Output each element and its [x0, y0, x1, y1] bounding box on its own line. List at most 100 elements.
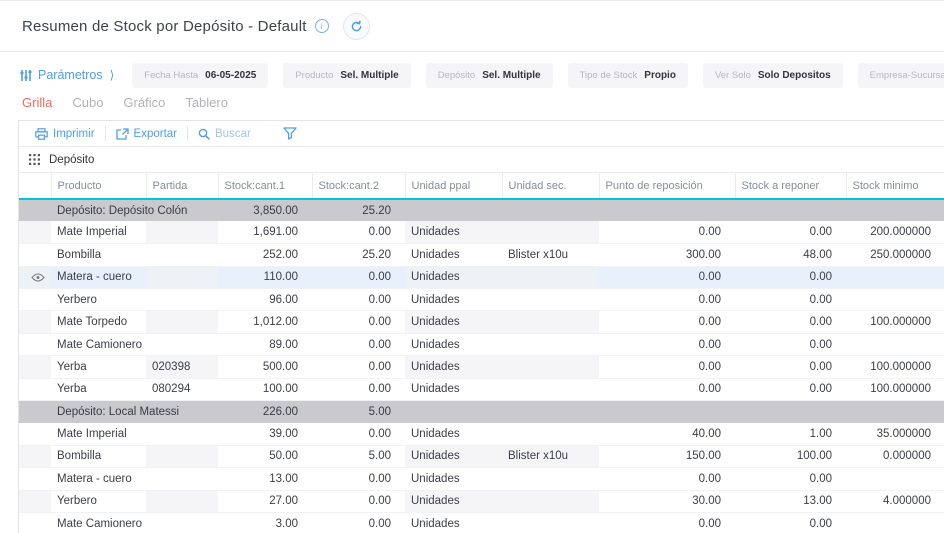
cell-stock1[interactable]: 39.00 [218, 423, 312, 445]
table-row[interactable]: Matera - cuero110.000.00Unidades0.000.00 [19, 266, 944, 288]
cell-producto[interactable]: Mate Camionero [51, 512, 146, 533]
cell-punto[interactable]: 0.00 [599, 333, 735, 355]
tab-grafico[interactable]: Gráfico [123, 95, 165, 110]
cell-punto[interactable]: 40.00 [599, 423, 735, 445]
table-row[interactable]: Mate Imperial39.000.00Unidades40.001.003… [19, 423, 944, 445]
chip-deposito[interactable]: Depósito Sel. Multiple [426, 63, 553, 88]
column-header-reponer[interactable]: Stock a reponer [735, 173, 846, 199]
cell-partida[interactable] [146, 468, 218, 490]
parameters-toggle[interactable]: Parámetros ⟩ [20, 68, 114, 82]
cell-producto[interactable]: Bombilla [51, 244, 146, 266]
chip-ver-solo[interactable]: Ver Solo Solo Depositos [703, 63, 843, 88]
cell-stock1[interactable]: 110.00 [218, 266, 312, 288]
cell-partida[interactable] [146, 333, 218, 355]
cell-unidad_sec[interactable] [502, 490, 599, 512]
refresh-button[interactable] [343, 13, 370, 40]
cell-reponer[interactable]: 0.00 [735, 512, 846, 533]
cell-partida[interactable] [146, 445, 218, 467]
table-row[interactable]: Mate Torpedo1,012.000.00Unidades0.000.00… [19, 311, 944, 333]
cell-stock2[interactable]: 0.00 [312, 333, 405, 355]
cell-partida[interactable]: 080294 [146, 378, 218, 400]
cell-unidad_ppal[interactable]: Unidades [405, 423, 502, 445]
cell-sel[interactable] [19, 468, 51, 490]
cell-stock2[interactable]: 5.00 [312, 445, 405, 467]
cell-sel[interactable] [19, 266, 51, 288]
column-header-stock2[interactable]: Stock:cant.2 [312, 173, 405, 199]
cell-minimo[interactable]: 250.000000 [846, 244, 944, 266]
cell-minimo[interactable] [846, 512, 944, 533]
cell-sel[interactable] [19, 356, 51, 378]
info-icon[interactable]: i [315, 19, 329, 33]
cell-punto[interactable]: 150.00 [599, 445, 735, 467]
cell-stock1[interactable]: 1,012.00 [218, 311, 312, 333]
cell-producto[interactable]: Yerba [51, 378, 146, 400]
export-button[interactable]: Exportar [106, 128, 187, 140]
cell-minimo[interactable]: 100.000000 [846, 378, 944, 400]
column-header-unidad_sec[interactable]: Unidad sec. [502, 173, 599, 199]
cell-stock1[interactable]: 13.00 [218, 468, 312, 490]
cell-unidad_ppal[interactable]: Unidades [405, 356, 502, 378]
tab-cubo[interactable]: Cubo [72, 95, 103, 110]
table-row[interactable]: Bombilla252.0025.20UnidadesBlister x10u3… [19, 244, 944, 266]
cell-reponer[interactable]: 0.00 [735, 311, 846, 333]
cell-stock1[interactable]: 89.00 [218, 333, 312, 355]
cell-punto[interactable]: 0.00 [599, 311, 735, 333]
cell-producto[interactable]: Bombilla [51, 445, 146, 467]
cell-producto[interactable]: Mate Imperial [51, 221, 146, 243]
cell-partida[interactable]: 020398 [146, 356, 218, 378]
cell-partida[interactable] [146, 244, 218, 266]
cell-partida[interactable] [146, 266, 218, 288]
column-header-stock1[interactable]: Stock:cant.1 [218, 173, 312, 199]
cell-unidad_ppal[interactable]: Unidades [405, 468, 502, 490]
cell-reponer[interactable]: 0.00 [735, 468, 846, 490]
cell-reponer[interactable]: 0.00 [735, 221, 846, 243]
cell-unidad_ppal[interactable]: Unidades [405, 445, 502, 467]
cell-stock1[interactable]: 252.00 [218, 244, 312, 266]
cell-reponer[interactable]: 0.00 [735, 266, 846, 288]
cell-stock2[interactable]: 0.00 [312, 378, 405, 400]
cell-stock1[interactable]: 100.00 [218, 378, 312, 400]
cell-stock1[interactable]: 1,691.00 [218, 221, 312, 243]
cell-producto[interactable]: Mate Camionero [51, 333, 146, 355]
cell-minimo[interactable]: 0.000000 [846, 445, 944, 467]
cell-minimo[interactable]: 4.000000 [846, 490, 944, 512]
cell-reponer[interactable]: 1.00 [735, 423, 846, 445]
table-row[interactable]: Yerbero27.000.00Unidades30.0013.004.0000… [19, 490, 944, 512]
cell-partida[interactable] [146, 512, 218, 533]
table-row[interactable]: Yerba080294100.000.00Unidades0.000.00100… [19, 378, 944, 400]
cell-minimo[interactable] [846, 289, 944, 311]
cell-stock2[interactable]: 0.00 [312, 512, 405, 533]
cell-stock1[interactable]: 96.00 [218, 289, 312, 311]
column-header-punto[interactable]: Punto de reposición [599, 173, 735, 199]
cell-punto[interactable]: 0.00 [599, 378, 735, 400]
table-row[interactable]: Matera - cuero13.000.00Unidades0.000.00 [19, 468, 944, 490]
cell-producto[interactable]: Matera - cuero [51, 266, 146, 288]
column-header-minimo[interactable]: Stock minimo [846, 173, 944, 199]
cell-reponer[interactable]: 48.00 [735, 244, 846, 266]
cell-unidad_sec[interactable] [502, 512, 599, 533]
cell-reponer[interactable]: 0.00 [735, 333, 846, 355]
cell-unidad_ppal[interactable]: Unidades [405, 512, 502, 533]
cell-stock2[interactable]: 0.00 [312, 311, 405, 333]
cell-reponer[interactable]: 0.00 [735, 289, 846, 311]
cell-producto[interactable]: Mate Torpedo [51, 311, 146, 333]
cell-stock1[interactable]: 3.00 [218, 512, 312, 533]
cell-punto[interactable]: 0.00 [599, 221, 735, 243]
cell-unidad_sec[interactable] [502, 311, 599, 333]
tab-tablero[interactable]: Tablero [185, 95, 228, 110]
cell-producto[interactable]: Yerba [51, 356, 146, 378]
cell-unidad_ppal[interactable]: Unidades [405, 490, 502, 512]
cell-partida[interactable] [146, 289, 218, 311]
cell-stock2[interactable]: 25.20 [312, 244, 405, 266]
filter-button[interactable] [283, 127, 297, 140]
cell-punto[interactable]: 0.00 [599, 356, 735, 378]
cell-punto[interactable]: 300.00 [599, 244, 735, 266]
column-header-unidad_ppal[interactable]: Unidad ppal [405, 173, 502, 199]
cell-unidad_ppal[interactable]: Unidades [405, 333, 502, 355]
column-header-sel[interactable] [19, 173, 51, 199]
cell-partida[interactable] [146, 221, 218, 243]
table-row[interactable]: Yerba020398500.000.00Unidades0.000.00100… [19, 356, 944, 378]
chip-tipo-de-stock[interactable]: Tipo de Stock Propio [568, 63, 688, 88]
cell-unidad_ppal[interactable]: Unidades [405, 289, 502, 311]
cell-unidad_sec[interactable] [502, 266, 599, 288]
